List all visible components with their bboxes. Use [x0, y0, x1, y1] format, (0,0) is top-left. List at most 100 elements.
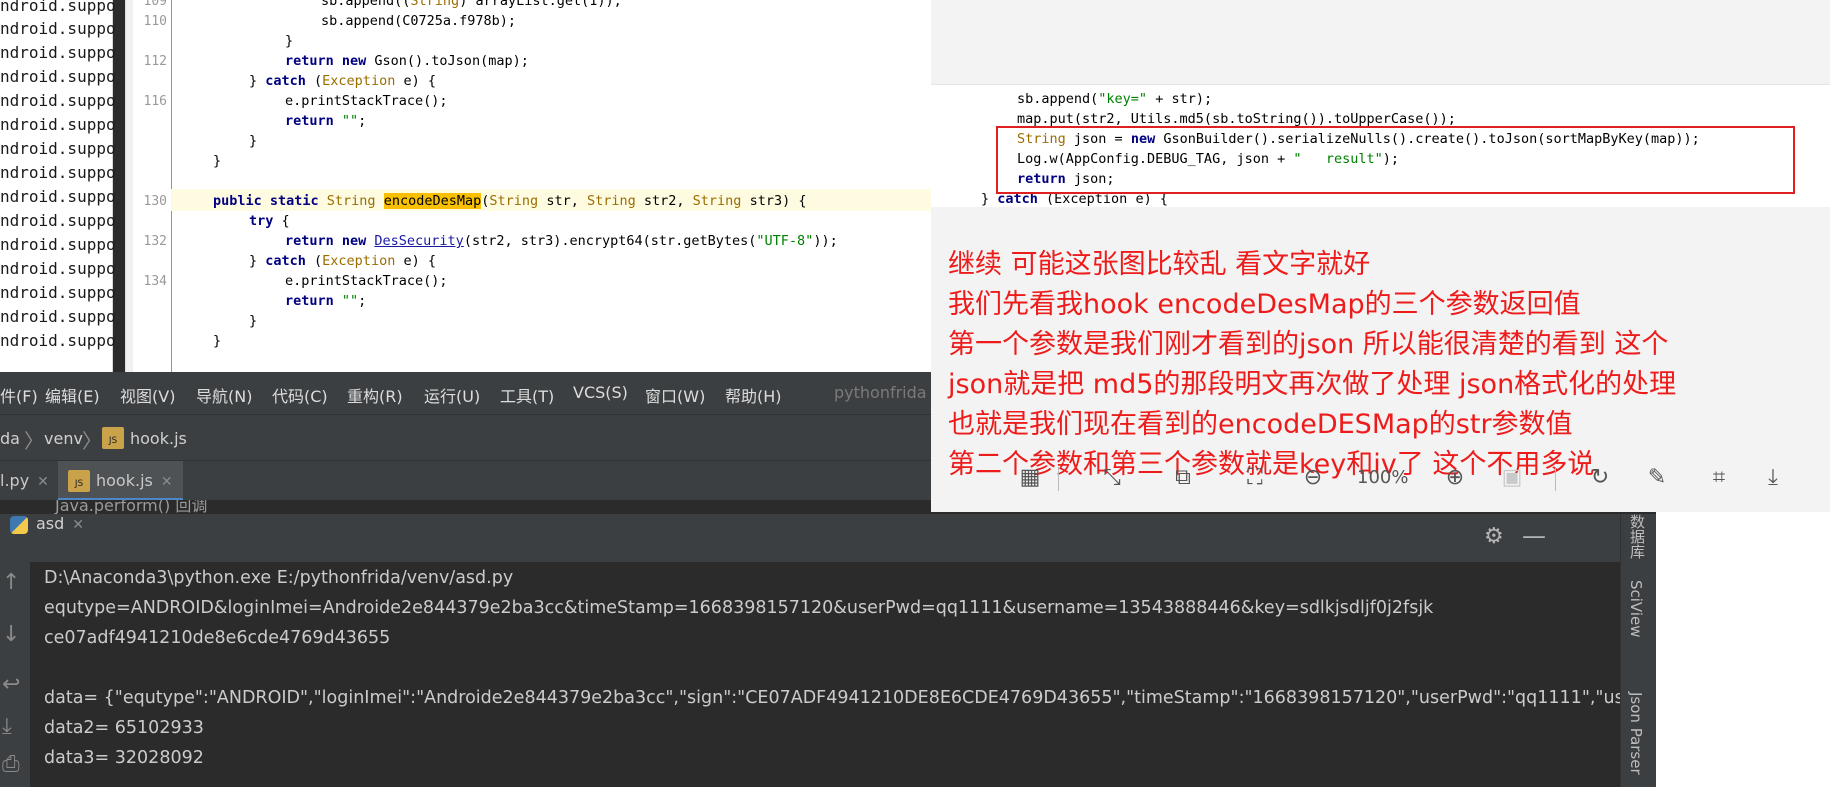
- console-line: data= {"equtype":"ANDROID","loginImei":"…: [44, 688, 1620, 708]
- gear-icon[interactable]: ⚙: [1484, 524, 1504, 549]
- code-area[interactable]: sb.append((String) arrayList.get(1)); sb…: [171, 0, 931, 372]
- tree-item[interactable]: ndroid.suppo: [0, 283, 116, 302]
- js-file-icon: JS: [102, 427, 124, 449]
- menu-navigate[interactable]: 导航(N): [196, 383, 252, 407]
- tree-item[interactable]: ndroid.suppo: [0, 235, 116, 254]
- tree-item[interactable]: ndroid.suppo: [0, 19, 116, 38]
- tree-item[interactable]: ndroid.suppo: [0, 307, 116, 326]
- rotate-icon[interactable]: ↻: [1585, 463, 1615, 493]
- tree-item[interactable]: ndroid.suppo: [0, 115, 116, 134]
- tree-item[interactable]: ndroid.suppo: [0, 91, 116, 110]
- tree-item[interactable]: ndroid.suppo: [0, 211, 116, 230]
- breadcrumb-item[interactable]: hook.js: [130, 429, 187, 448]
- line-number: 109: [143, 0, 167, 9]
- menu-code[interactable]: 代码(C): [272, 383, 328, 407]
- code-line: return new DesSecurity(str2, str3).encry…: [285, 233, 838, 249]
- close-icon[interactable]: ✕: [37, 474, 49, 490]
- menu-run[interactable]: 运行(U): [424, 383, 480, 407]
- fit-screen-icon[interactable]: ⤡: [1097, 463, 1127, 493]
- line-number-gutter: 109 110 112 116 130 132 134: [133, 0, 171, 372]
- zoom-out-icon[interactable]: ⊖: [1298, 463, 1328, 493]
- menu-window[interactable]: 窗口(W): [645, 383, 705, 407]
- console-line: data3= 32028092: [44, 748, 204, 768]
- line-number: 130: [143, 194, 167, 209]
- zoom-level: 100%: [1357, 467, 1409, 488]
- tree-item[interactable]: ndroid.suppo: [0, 139, 116, 158]
- code-line-method-signature: public static String encodeDesMap(String…: [213, 193, 807, 209]
- chevron-right-icon: 〉: [24, 429, 44, 453]
- tool-json-parser[interactable]: Json Parser: [1627, 692, 1645, 775]
- breadcrumb-item[interactable]: da: [0, 429, 20, 448]
- blank-area: [1656, 512, 1830, 787]
- annotation-line: 继续 可能这张图比较乱 看文字就好: [948, 249, 1371, 280]
- menu-edit[interactable]: 编辑(E): [45, 383, 100, 407]
- code-line: }: [249, 313, 258, 329]
- tree-item[interactable]: ndroid.suppo: [0, 259, 116, 278]
- tree-item[interactable]: ndroid.suppo: [0, 67, 116, 86]
- minimize-icon[interactable]: —: [1522, 522, 1546, 550]
- breadcrumb: da 〉 venv 〉 JS hook.js: [0, 414, 931, 461]
- tab-py[interactable]: l.py ✕: [0, 461, 57, 501]
- code-line: sb.append("key=" + str);: [1017, 91, 1213, 107]
- code-line: } catch (Exception e) {: [249, 73, 436, 89]
- editor-tabs: l.py ✕ JS hook.js ✕: [0, 460, 931, 501]
- tree-item[interactable]: ndroid.suppo: [0, 187, 116, 206]
- annotation-line: 我们先看我hook encodeDesMap的三个参数返回值: [948, 289, 1581, 320]
- console-output[interactable]: D:\Anaconda3\python.exe E:/pythonfrida/v…: [30, 562, 1620, 787]
- image-viewer-toolbar: ▦ ⤡ ⧉ ⛶ ⊖ 100% ⊕ ▣ ↻ ✎ ⌗ ⤓: [1010, 455, 1790, 505]
- menu-vcs[interactable]: VCS(S): [573, 383, 628, 402]
- console-line: equtype=ANDROID&loginImei=Androide2e8443…: [44, 598, 1434, 618]
- code-line: map.put(str2, Utils.md5(sb.toString()).t…: [1017, 111, 1456, 127]
- menu-refactor[interactable]: 重构(R): [347, 383, 403, 407]
- menu-view[interactable]: 视图(V): [120, 383, 175, 407]
- highlight-box: [996, 126, 1795, 194]
- line-number: 110: [143, 14, 167, 29]
- tree-item[interactable]: ndroid.suppo: [0, 43, 116, 62]
- chevron-right-icon: 〉: [82, 429, 102, 453]
- code-line: sb.append(C0725a.f978b);: [321, 13, 517, 29]
- scroll-to-end-icon[interactable]: ⤓: [2, 714, 12, 739]
- console-line: data2= 65102933: [44, 718, 204, 738]
- code-line: }: [285, 33, 294, 49]
- tree-item[interactable]: ndroid.suppo: [0, 0, 116, 15]
- soft-wrap-icon[interactable]: ↩: [2, 672, 20, 697]
- run-tool-window-header: asd ✕ ⚙ —: [0, 514, 1620, 562]
- code-line: try {: [249, 213, 290, 229]
- editor-fragment: Java.perform() 回调: [0, 500, 931, 514]
- breadcrumb-item[interactable]: venv: [44, 429, 83, 448]
- code-line: sb.append((String) arrayList.get(1));: [321, 0, 622, 9]
- edit-icon[interactable]: ✎: [1642, 463, 1672, 493]
- tool-database[interactable]: 数据库: [1627, 514, 1648, 559]
- tab-label: l.py: [0, 471, 30, 490]
- tree-item[interactable]: ndroid.suppo: [0, 331, 116, 350]
- close-icon[interactable]: ✕: [161, 474, 173, 490]
- menu-help[interactable]: 帮助(H): [725, 383, 782, 407]
- run-tab-label: asd: [36, 514, 65, 533]
- window-title: pythonfrida: [834, 383, 927, 402]
- fullscreen-icon[interactable]: ⛶: [1240, 463, 1270, 493]
- annotation-line: json就是把 md5的那段明文再次做了处理 json格式化的处理: [948, 369, 1677, 400]
- code-line: }: [213, 153, 222, 169]
- ocr-icon[interactable]: ▣: [1497, 463, 1527, 493]
- code-line: e.printStackTrace();: [285, 273, 448, 289]
- annotation-line: 第一个参数是我们刚才看到的json 所以能很清楚的看到 这个: [948, 329, 1669, 360]
- original-size-icon[interactable]: ⧉: [1168, 463, 1198, 493]
- arrow-down-icon[interactable]: ↓: [2, 622, 20, 647]
- menu-file[interactable]: 件(F): [0, 383, 38, 407]
- run-tab[interactable]: asd ✕: [10, 514, 84, 562]
- arrow-up-icon[interactable]: ↑: [2, 570, 20, 595]
- crop-icon[interactable]: ⌗: [1704, 463, 1734, 493]
- tool-sciview[interactable]: SciView: [1627, 580, 1645, 638]
- close-icon[interactable]: ✕: [72, 517, 84, 533]
- code-line: e.printStackTrace();: [285, 93, 448, 109]
- menu-tools[interactable]: 工具(T): [500, 383, 554, 407]
- line-number: 116: [143, 94, 167, 109]
- grid-icon[interactable]: ▦: [1015, 463, 1045, 493]
- zoom-in-icon[interactable]: ⊕: [1440, 463, 1470, 493]
- code-line: return new Gson().toJson(map);: [285, 53, 529, 69]
- download-icon[interactable]: ⤓: [1758, 463, 1788, 493]
- right-tool-stripe: 数据库 SciView Json Parser: [1620, 514, 1657, 787]
- tree-item[interactable]: ndroid.suppo: [0, 163, 116, 182]
- print-icon[interactable]: ⎙: [2, 752, 20, 777]
- tab-hook-js[interactable]: JS hook.js ✕: [58, 461, 183, 501]
